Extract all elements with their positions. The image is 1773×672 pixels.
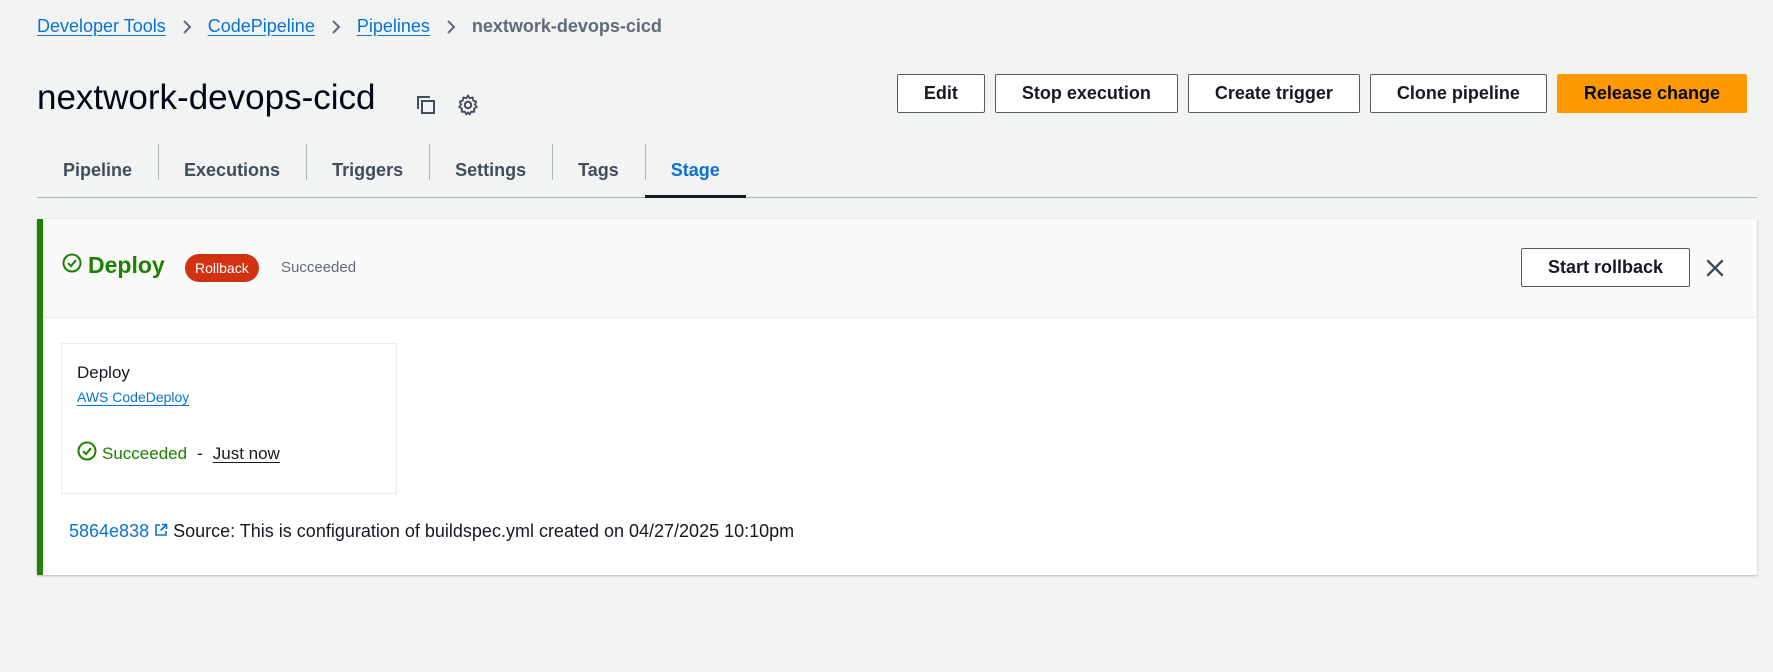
tab-triggers[interactable]: Triggers — [306, 144, 429, 197]
action-provider-link[interactable]: AWS CodeDeploy — [77, 389, 189, 405]
tab-tags[interactable]: Tags — [552, 144, 645, 197]
check-circle-icon — [77, 441, 97, 466]
action-card: Deploy AWS CodeDeploy Succeeded - Just n… — [61, 343, 397, 494]
source-message: Source: This is configuration of buildsp… — [173, 521, 795, 541]
chevron-right-icon — [166, 16, 208, 37]
source-revision: 5864e838 Source: This is configuration o… — [69, 521, 794, 542]
action-status-text: Succeeded — [102, 443, 188, 463]
tab-settings[interactable]: Settings — [429, 144, 552, 197]
stage-name: Deploy — [88, 252, 165, 278]
breadcrumb-codepipeline[interactable]: CodePipeline — [208, 16, 315, 37]
breadcrumb: Developer Tools CodePipeline Pipelines n… — [37, 14, 662, 38]
close-icon[interactable] — [1703, 256, 1727, 280]
chevron-right-icon — [430, 16, 472, 37]
rollback-badge: Rollback — [185, 254, 259, 282]
stage-panel: Deploy Rollback Succeeded Start rollback… — [37, 219, 1757, 575]
tab-pipeline[interactable]: Pipeline — [37, 144, 158, 197]
start-rollback-button[interactable]: Start rollback — [1520, 248, 1690, 287]
clone-pipeline-button[interactable]: Clone pipeline — [1369, 74, 1547, 113]
check-circle-icon — [62, 252, 88, 279]
action-name: Deploy — [77, 363, 130, 382]
tab-bar: Pipeline Executions Triggers Settings Ta… — [37, 144, 1757, 198]
release-change-button[interactable]: Release change — [1556, 74, 1747, 113]
commit-link[interactable]: 5864e838 — [69, 521, 149, 542]
action-status: Succeeded - Just now — [77, 441, 280, 466]
tab-executions[interactable]: Executions — [158, 144, 306, 197]
edit-button[interactable]: Edit — [896, 74, 985, 113]
stop-execution-button[interactable]: Stop execution — [994, 74, 1178, 113]
header-actions: Edit Stop execution Create trigger Clone… — [896, 74, 1747, 113]
external-link-icon[interactable] — [154, 521, 168, 542]
stage-title: Deploy — [62, 252, 165, 279]
create-trigger-button[interactable]: Create trigger — [1187, 74, 1360, 113]
status-separator: - — [197, 443, 203, 463]
stage-header: Deploy Rollback Succeeded Start rollback — [43, 219, 1757, 318]
gear-icon[interactable] — [456, 93, 480, 117]
stage-status: Succeeded — [281, 259, 357, 276]
breadcrumb-pipelines[interactable]: Pipelines — [357, 16, 430, 37]
copy-icon[interactable] — [414, 93, 438, 117]
action-time-link[interactable]: Just now — [213, 444, 280, 464]
chevron-right-icon — [315, 16, 357, 37]
breadcrumb-current: nextwork-devops-cicd — [471, 15, 662, 36]
breadcrumb-developer-tools[interactable]: Developer Tools — [37, 16, 166, 37]
tab-stage[interactable]: Stage — [644, 144, 746, 198]
page-title: nextwork-devops-cicd — [37, 78, 376, 117]
